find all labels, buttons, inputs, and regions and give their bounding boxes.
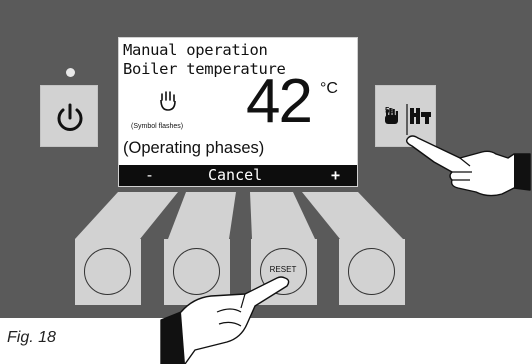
power-button[interactable] [40, 85, 98, 147]
softkey-bar: - Cancel + [119, 165, 357, 186]
figure-caption: Fig. 18 [7, 329, 56, 346]
mode-text: Manual operation [123, 41, 268, 59]
guide-2 [168, 192, 236, 239]
plus-button[interactable] [339, 239, 405, 305]
guide-1 [75, 192, 178, 239]
hand-icon [160, 91, 176, 111]
chimney-sweep-icon [410, 108, 431, 124]
symbol-flashes-note: (Symbol flashes) [131, 123, 184, 130]
power-icon [57, 103, 83, 131]
guide-3 [250, 192, 315, 239]
guide-4 [302, 192, 403, 239]
softkey-plus-label: + [331, 166, 341, 184]
softkey-cancel-label: Cancel [208, 166, 263, 184]
button-ring [84, 248, 131, 295]
power-led [66, 68, 75, 77]
hand-icon [385, 108, 398, 124]
pointing-hand-icon [160, 276, 290, 364]
operating-phases-text: (Operating phases) [123, 139, 265, 157]
minus-button[interactable] [75, 239, 141, 305]
button-ring [348, 248, 395, 295]
pointing-hand-icon [405, 135, 531, 197]
softkey-minus-label: - [145, 166, 155, 184]
temperature-unit: °C [320, 80, 338, 97]
temperature-value: 42 [246, 67, 313, 136]
lcd-display: Manual operation Boiler temperature (Sym… [118, 37, 358, 187]
